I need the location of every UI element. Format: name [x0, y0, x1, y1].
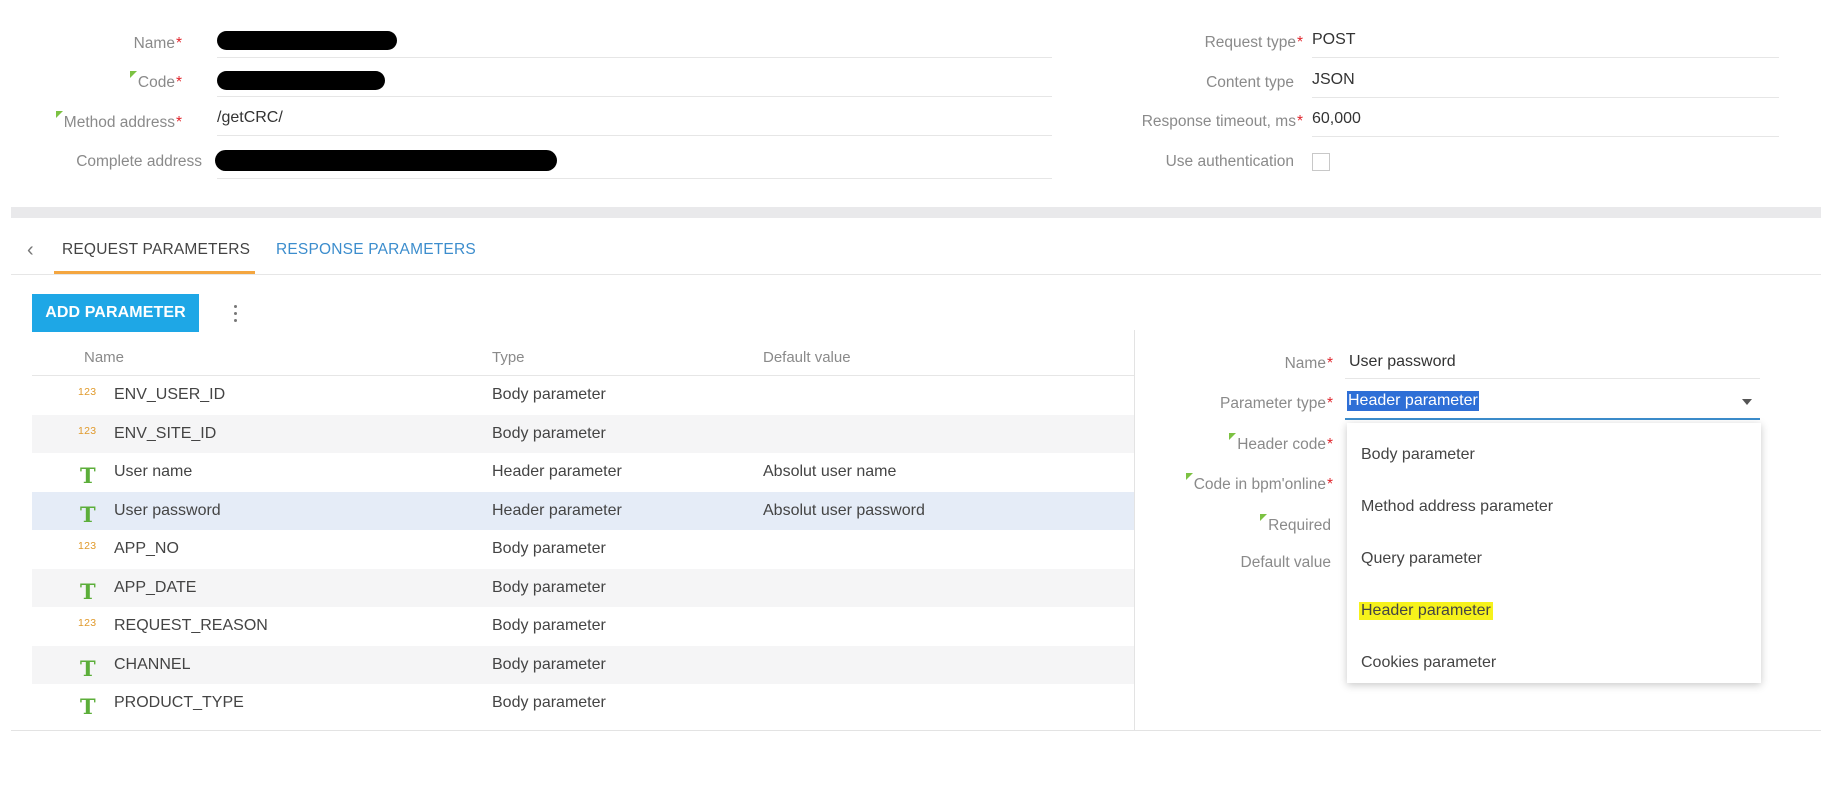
active-tab-indicator [54, 271, 255, 274]
table-row[interactable]: 123 ENV_SITE_ID Body parameter [32, 414, 1134, 453]
text-type-icon: T [80, 694, 96, 719]
row-name: ENV_SITE_ID [114, 424, 217, 442]
text-type-icon: T [80, 655, 96, 681]
parameter-type-dropdown: Body parameter Method address parameter … [1347, 423, 1761, 683]
more-actions-icon[interactable] [230, 300, 240, 326]
row-name: User password [114, 501, 221, 519]
row-default: Absolut user password [763, 501, 925, 519]
method-address-label: Method address* [55, 111, 182, 132]
detail-name-input[interactable]: User password [1349, 353, 1456, 371]
table-row[interactable]: 123 REQUEST_REASON Body parameter [32, 607, 1134, 646]
integer-type-icon: 123 [78, 617, 97, 629]
row-type: Body parameter [492, 424, 606, 442]
required-corner-icon [129, 71, 137, 78]
table-row[interactable]: T PRODUCT_TYPE Body parameter [32, 684, 1134, 723]
row-type: Body parameter [492, 617, 606, 634]
redacted-complete-address [215, 150, 557, 171]
required-corner-icon [1185, 473, 1193, 480]
column-header-default-value[interactable]: Default value [763, 349, 851, 366]
row-name: APP_NO [114, 540, 179, 557]
integer-type-icon: 123 [78, 424, 97, 437]
chevron-left-icon[interactable]: ‹ [27, 239, 34, 262]
complete-address-label: Complete address [76, 153, 202, 170]
code-in-bpm-label: Code in bpm'online* [1185, 473, 1333, 494]
row-type: Body parameter [492, 386, 606, 403]
table-row[interactable]: T APP_DATE Body parameter [32, 568, 1134, 607]
required-corner-icon [1260, 514, 1268, 521]
request-type-label: Request type* [1204, 34, 1303, 51]
integer-type-icon: 123 [78, 540, 97, 552]
name-label: Name* [133, 35, 182, 52]
method-address-input[interactable]: /getCRC/ [217, 100, 1052, 136]
header-code-label: Header code* [1229, 433, 1333, 454]
row-name: REQUEST_REASON [114, 617, 268, 634]
dropdown-option-query[interactable]: Query parameter [1361, 550, 1482, 568]
row-type: Header parameter [492, 501, 622, 519]
row-type: Body parameter [492, 655, 606, 673]
row-type: Body parameter [492, 540, 606, 557]
dropdown-option-method-address[interactable]: Method address parameter [1361, 498, 1553, 516]
dropdown-option-cookies[interactable]: Cookies parameter [1361, 654, 1496, 672]
row-name: User name [114, 463, 193, 480]
tab-response-parameters[interactable]: RESPONSE PARAMETERS [276, 241, 476, 259]
use-authentication-label: Use authentication [1165, 153, 1294, 170]
row-name: PRODUCT_TYPE [114, 694, 244, 711]
parameter-type-label: Parameter type* [1219, 395, 1333, 412]
required-corner-icon [1229, 433, 1237, 440]
parameter-type-value: Header parameter [1347, 391, 1479, 411]
add-parameter-button[interactable]: ADD PARAMETER [32, 294, 199, 332]
detail-name-label: Name* [1284, 355, 1333, 372]
response-timeout-input[interactable]: 60,000 [1312, 101, 1779, 137]
table-row[interactable]: T User name Header parameter Absolut use… [32, 453, 1134, 492]
column-header-name[interactable]: Name [84, 349, 124, 366]
table-row[interactable]: 123 APP_NO Body parameter [32, 530, 1134, 569]
record-form: Name* Code* Method address* /getCRC/ Com… [0, 0, 1821, 205]
table-row[interactable]: 123 ENV_USER_ID Body parameter [32, 376, 1134, 415]
section-divider [11, 207, 1821, 218]
chevron-down-icon[interactable] [1742, 399, 1752, 405]
row-default: Absolut user name [763, 463, 897, 480]
row-type: Body parameter [492, 694, 606, 711]
request-type-select[interactable]: POST [1312, 22, 1779, 58]
text-type-icon: T [80, 501, 96, 527]
table-row-selected[interactable]: T User password Header parameter Absolut… [32, 491, 1134, 530]
row-name: APP_DATE [114, 578, 197, 596]
detail-name-underline [1345, 378, 1760, 379]
integer-type-icon: 123 [78, 386, 97, 398]
parameter-type-select[interactable]: Header parameter [1345, 384, 1760, 420]
response-timeout-label: Response timeout, ms* [1141, 113, 1303, 130]
row-name: CHANNEL [114, 655, 191, 673]
default-value-label: Default value [1240, 554, 1331, 571]
redacted-name [217, 31, 397, 50]
detail-tabs: ‹ REQUEST PARAMETERS RESPONSE PARAMETERS [11, 226, 1821, 275]
column-header-type[interactable]: Type [492, 349, 525, 366]
redacted-code [217, 71, 385, 90]
row-type: Header parameter [492, 463, 622, 480]
dropdown-option-body[interactable]: Body parameter [1361, 446, 1475, 464]
text-type-icon: T [80, 578, 96, 604]
code-label: Code* [129, 71, 182, 92]
required-corner-icon [55, 111, 63, 118]
table-row[interactable]: T CHANNEL Body parameter [32, 645, 1134, 684]
text-type-icon: T [80, 463, 96, 488]
content-type-label: Content type [1206, 74, 1294, 91]
tab-request-parameters[interactable]: REQUEST PARAMETERS [62, 241, 250, 259]
panel-divider [1134, 330, 1135, 731]
bottom-border [11, 730, 1821, 731]
dropdown-option-header[interactable]: Header parameter [1359, 602, 1493, 620]
content-type-select[interactable]: JSON [1312, 62, 1779, 98]
use-authentication-checkbox[interactable] [1312, 153, 1330, 171]
parameters-grid: Name Type Default value 123 ENV_USER_ID … [32, 338, 1134, 730]
grid-header: Name Type Default value [32, 338, 1134, 376]
row-name: ENV_USER_ID [114, 386, 226, 403]
required-label: Required [1260, 514, 1331, 535]
row-type: Body parameter [492, 578, 606, 596]
